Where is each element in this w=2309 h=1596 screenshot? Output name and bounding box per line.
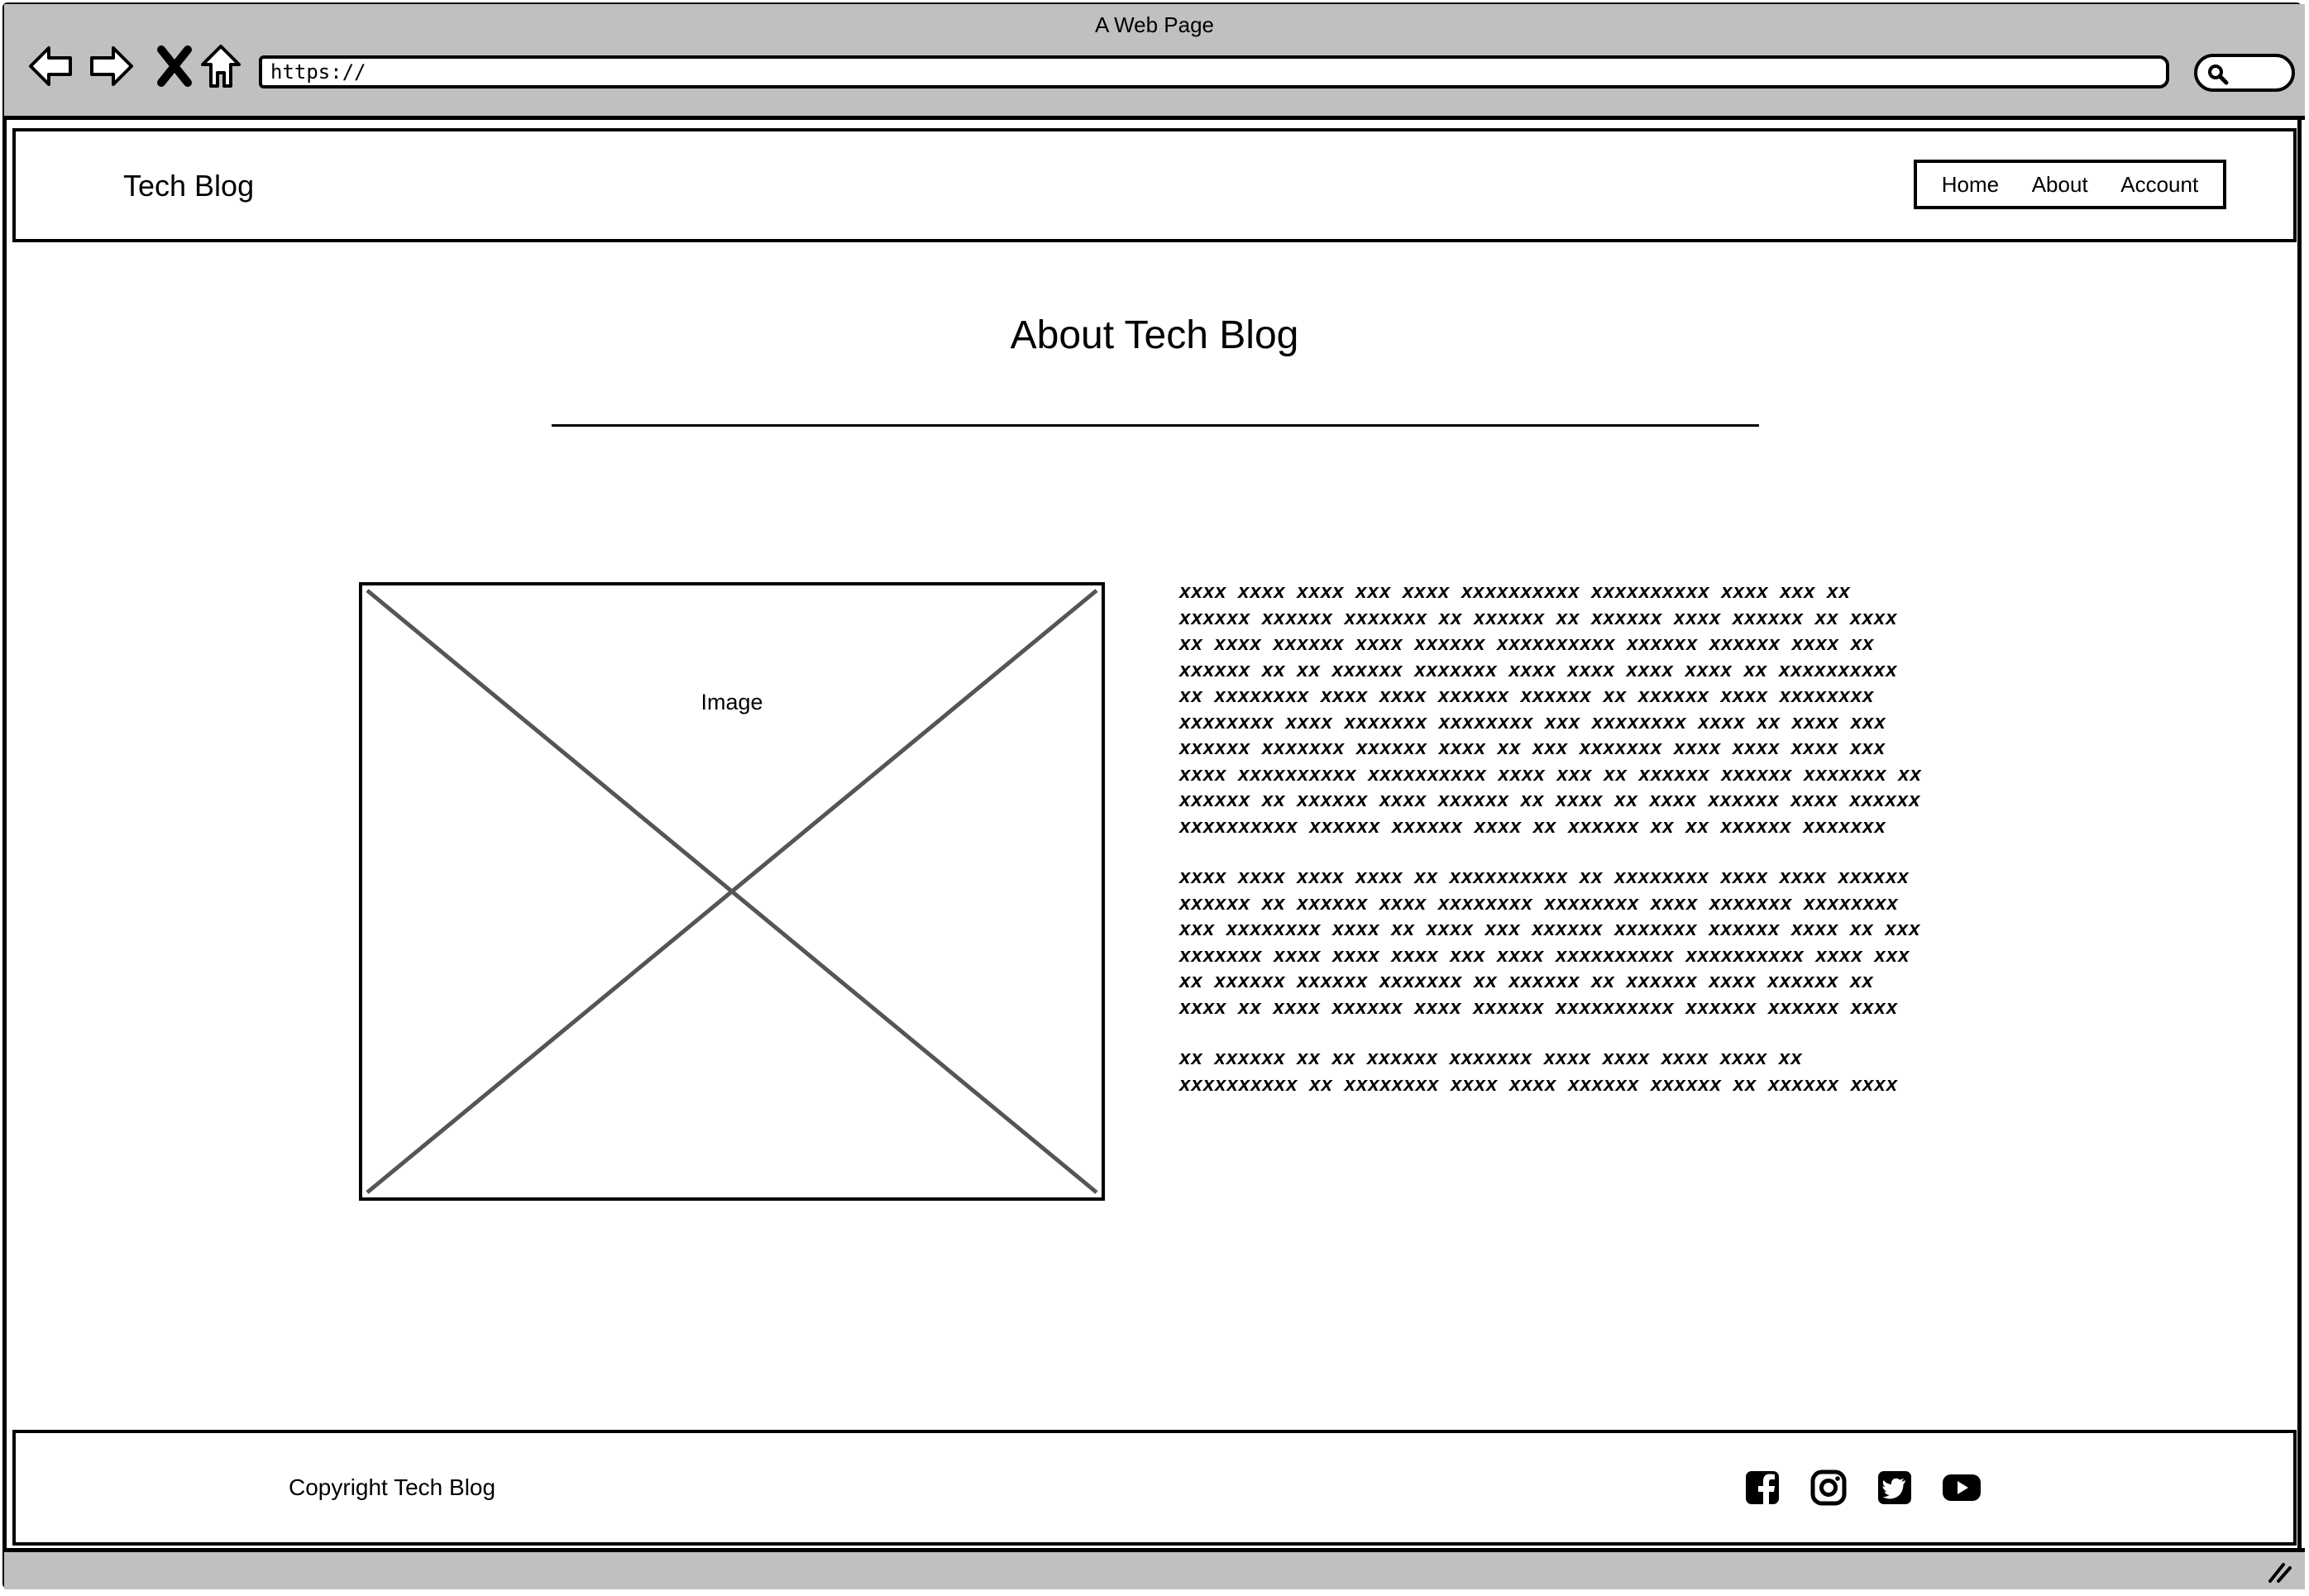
home-icon[interactable] — [196, 41, 246, 91]
site-brand[interactable]: Tech Blog — [123, 169, 254, 203]
resize-grip-icon[interactable] — [2265, 1560, 2293, 1583]
paragraph-2: xxxx xxxx xxxx xxxx xx xxxxxxxxxx xx xxx… — [1179, 866, 1921, 1019]
image-placeholder: Image — [359, 582, 1105, 1201]
nav-account[interactable]: Account — [2120, 172, 2198, 198]
stop-icon[interactable] — [150, 41, 199, 91]
title-divider — [552, 424, 1759, 427]
image-label: Image — [700, 690, 763, 714]
nav-about[interactable]: About — [2032, 172, 2088, 198]
address-bar[interactable]: https:// — [259, 55, 2169, 88]
address-bar-url: https:// — [270, 60, 366, 84]
search-icon — [2208, 65, 2229, 85]
image-placeholder-icon — [366, 589, 1098, 1194]
site-header: Tech Blog Home About Account — [12, 128, 2297, 242]
site-footer: Copyright Tech Blog — [12, 1430, 2297, 1546]
copyright-text: Copyright Tech Blog — [289, 1474, 496, 1500]
browser-toolbar: A Web Page https:// — [4, 4, 2305, 120]
twitter-icon[interactable] — [1876, 1469, 1913, 1506]
page-title: About Tech Blog — [1010, 313, 1299, 357]
browser-search-box[interactable] — [2194, 54, 2295, 92]
instagram-icon[interactable] — [1810, 1469, 1847, 1506]
facebook-icon[interactable] — [1744, 1469, 1781, 1506]
window-title: A Web Page — [1094, 12, 1215, 37]
nav-menu: Home About Account — [1914, 160, 2226, 209]
about-text: xxxx xxxx xxxx xxx xxxx xxxxxxxxxx xxxxx… — [1179, 579, 1924, 1122]
back-arrow-icon[interactable] — [26, 41, 75, 91]
youtube-icon[interactable] — [1941, 1469, 1982, 1506]
nav-home[interactable]: Home — [1942, 172, 1999, 198]
paragraph-1: xxxx xxxx xxxx xxx xxxx xxxxxxxxxx xxxxx… — [1179, 581, 1922, 838]
browser-status-bar — [4, 1548, 2305, 1589]
paragraph-3: xx xxxxxx xx xx xxxxxx xxxxxxx xxxx xxxx… — [1179, 1047, 1899, 1096]
forward-arrow-icon[interactable] — [87, 41, 136, 91]
